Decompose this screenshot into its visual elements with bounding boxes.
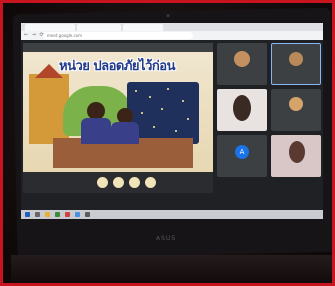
participant-tile[interactable]	[217, 43, 267, 85]
star-icon	[175, 130, 177, 132]
windows-taskbar	[21, 210, 323, 219]
address-bar: ← → ⟳ meet.google.com	[21, 31, 323, 40]
participant-tile[interactable]	[271, 135, 321, 177]
slide-title: หน่วย ปลอดภัยไว้ก่อน	[59, 59, 175, 74]
chrome-icon[interactable]	[75, 212, 80, 217]
browser-tab-3[interactable]	[123, 24, 163, 31]
star-icon	[149, 96, 151, 98]
star-icon	[141, 112, 143, 114]
presentation-slide: หน่วย ปลอดภัยไว้ก่อน	[23, 52, 213, 172]
participant-tile[interactable]: A	[217, 135, 267, 177]
star-icon	[161, 108, 163, 110]
avatar	[289, 141, 305, 163]
child-shirt-1	[81, 118, 111, 144]
presenter-header	[23, 43, 213, 52]
app-icon[interactable]	[85, 212, 90, 217]
keyboard-deck	[11, 255, 332, 283]
participant-tile[interactable]	[217, 89, 267, 131]
avatar	[289, 52, 303, 66]
laptop-brand-logo: ASUS	[155, 234, 177, 243]
laptop-screen: ← → ⟳ meet.google.com หน่วย ปลอดภัยไว้ก่…	[21, 23, 323, 219]
participant-tile[interactable]	[271, 43, 321, 85]
slide-controls	[23, 172, 213, 193]
avatar: A	[235, 145, 249, 159]
webcam-icon	[166, 14, 170, 18]
meet-area: หน่วย ปลอดภัยไว้ก่อน A	[21, 40, 323, 219]
presentation-tile: หน่วย ปลอดภัยไว้ก่อน	[23, 43, 213, 193]
avatar	[234, 51, 250, 67]
browser-tab-bar	[21, 23, 323, 31]
search-icon[interactable]	[35, 212, 40, 217]
photo-frame: ← → ⟳ meet.google.com หน่วย ปลอดภัยไว้ก่…	[0, 0, 335, 286]
star-icon	[153, 126, 155, 128]
star-icon	[182, 100, 184, 102]
slide-button[interactable]	[129, 177, 140, 188]
start-icon[interactable]	[25, 212, 30, 217]
star-icon	[187, 118, 189, 120]
browser-tab-2[interactable]	[77, 24, 121, 31]
browser-tab-1[interactable]	[25, 24, 75, 31]
folder-icon[interactable]	[45, 212, 50, 217]
prev-slide-button[interactable]	[97, 177, 108, 188]
slide-button[interactable]	[113, 177, 124, 188]
avatar	[289, 97, 303, 111]
avatar	[233, 95, 251, 121]
nav-arrows-icon[interactable]: ← → ⟳	[24, 32, 45, 38]
star-icon	[135, 90, 137, 92]
star-icon	[167, 88, 169, 90]
child-shirt-2	[111, 122, 139, 144]
participant-tile[interactable]	[271, 89, 321, 131]
app-icon[interactable]	[65, 212, 70, 217]
next-slide-button[interactable]	[145, 177, 156, 188]
app-icon[interactable]	[55, 212, 60, 217]
url-input[interactable]: meet.google.com	[43, 32, 193, 39]
